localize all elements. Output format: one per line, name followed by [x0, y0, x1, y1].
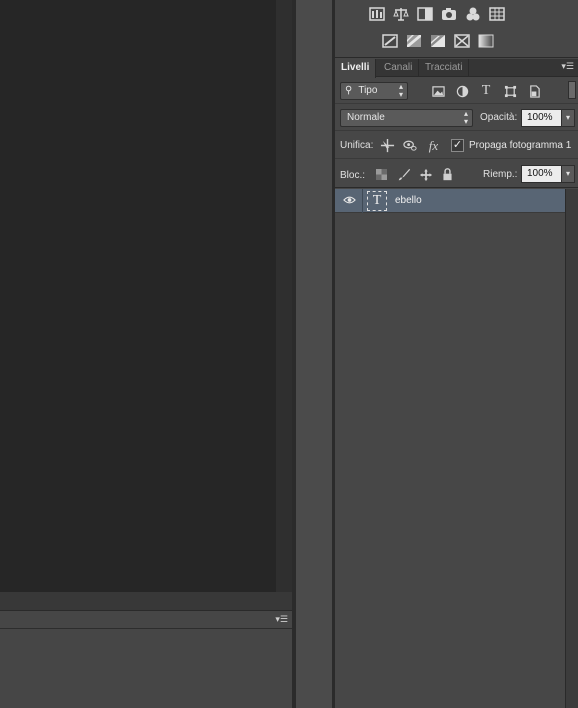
canvas-vertical-scrollbar[interactable] [276, 0, 292, 596]
lock-all-icon[interactable] [439, 166, 456, 183]
eye-icon[interactable] [343, 195, 357, 207]
timeline-divider [0, 628, 292, 629]
panel-menu-icon[interactable]: ▾☰ [275, 614, 288, 625]
selective-color-icon[interactable] [477, 32, 495, 50]
tab-paths[interactable]: Tracciati [419, 59, 470, 77]
canvas-status-band [0, 592, 292, 610]
propagate-frame-label: Propaga fotogramma 1 [469, 140, 572, 151]
text-layer-thumbnail-icon: T [367, 191, 387, 211]
layers-list[interactable]: T ebello [335, 189, 565, 708]
visibility-divider [362, 189, 363, 213]
layers-scrollbar[interactable] [565, 189, 578, 708]
lock-transparent-pixels-icon[interactable] [373, 166, 390, 183]
lock-row: Bloc.: Riemp.: 100% ▾ [335, 160, 578, 188]
lock-label: Bloc.: [340, 170, 366, 181]
opacity-label: Opacità: [480, 112, 518, 123]
channel-mixer-icon[interactable] [464, 5, 482, 23]
balance-icon[interactable] [392, 5, 410, 23]
collapsed-panel-dock [296, 0, 332, 708]
timeline-panel: ▾☰ [0, 610, 292, 708]
camera-filter-icon[interactable] [440, 5, 458, 23]
smart-object-filter-icon[interactable] [526, 83, 542, 99]
unify-visibility-icon[interactable] [402, 137, 419, 154]
search-icon: ⚲ [345, 85, 353, 96]
filter-kind-select[interactable]: ⚲ Tipo ▴ ▾ [340, 82, 408, 100]
gradient-map-icon[interactable] [453, 32, 471, 50]
adjustments-row-1 [368, 5, 506, 23]
fill-dropdown-button[interactable]: ▾ [561, 165, 575, 183]
layers-panel-tabs: Livelli Canali Tracciati ▾☰ [335, 59, 578, 78]
invert-icon[interactable] [381, 32, 399, 50]
select-arrows-icon: ▴ ▾ [463, 109, 468, 126]
filter-kind-label: Tipo [358, 85, 378, 96]
shape-filter-icon[interactable] [502, 83, 518, 99]
blend-mode-select[interactable]: Normale ▴ ▾ [340, 109, 473, 127]
document-canvas[interactable] [0, 0, 276, 592]
image-filter-icon[interactable] [430, 83, 446, 99]
adjustment-filter-icon[interactable] [454, 83, 470, 99]
adjustments-row-2 [381, 32, 495, 50]
layer-row[interactable]: T ebello [335, 189, 565, 213]
propagate-frame-checkbox[interactable]: ✓ [451, 139, 464, 152]
adjustments-panel [335, 0, 578, 58]
threshold-icon[interactable] [429, 32, 447, 50]
unify-icons: fx [379, 137, 442, 154]
tab-channels[interactable]: Canali [378, 59, 420, 77]
right-panel-dock: Livelli Canali Tracciati ▾☰ ⚲ Tipo ▴▾ T [335, 0, 578, 708]
filter-icons: T [430, 83, 542, 99]
select-arrows-icon: ▴ ▾ [398, 82, 403, 99]
blend-mode-value: Normale [347, 112, 385, 123]
posterize-icon[interactable] [405, 32, 423, 50]
levels-icon[interactable] [368, 5, 386, 23]
black-white-icon[interactable] [416, 5, 434, 23]
lock-icons [373, 166, 456, 183]
type-filter-icon[interactable]: T [478, 83, 494, 99]
unify-label: Unifica: [340, 140, 374, 151]
fill-input[interactable]: 100% [521, 165, 562, 183]
unify-row: Unifica: fx ✓ Propaga fotogramma 1 [335, 132, 578, 159]
lock-position-icon[interactable] [417, 166, 434, 183]
lock-image-pixels-icon[interactable] [395, 166, 412, 183]
unify-position-icon[interactable] [379, 137, 396, 154]
blend-row: Normale ▴ ▾ Opacità: 100% ▾ [335, 105, 578, 131]
opacity-dropdown-button[interactable]: ▾ [561, 109, 575, 127]
color-lookup-icon[interactable] [488, 5, 506, 23]
layer-filter-row: ⚲ Tipo ▴ ▾ T [335, 78, 578, 104]
layer-name[interactable]: ebello [395, 195, 422, 206]
panel-menu-icon[interactable]: ▾☰ [561, 61, 574, 72]
canvas-area[interactable] [0, 0, 292, 610]
unify-style-icon[interactable]: fx [425, 137, 442, 154]
tab-layers[interactable]: Livelli [335, 59, 377, 78]
opacity-input[interactable]: 100% [521, 109, 562, 127]
fill-label: Riemp.: [483, 169, 518, 180]
filter-toggle-switch[interactable] [568, 81, 576, 99]
